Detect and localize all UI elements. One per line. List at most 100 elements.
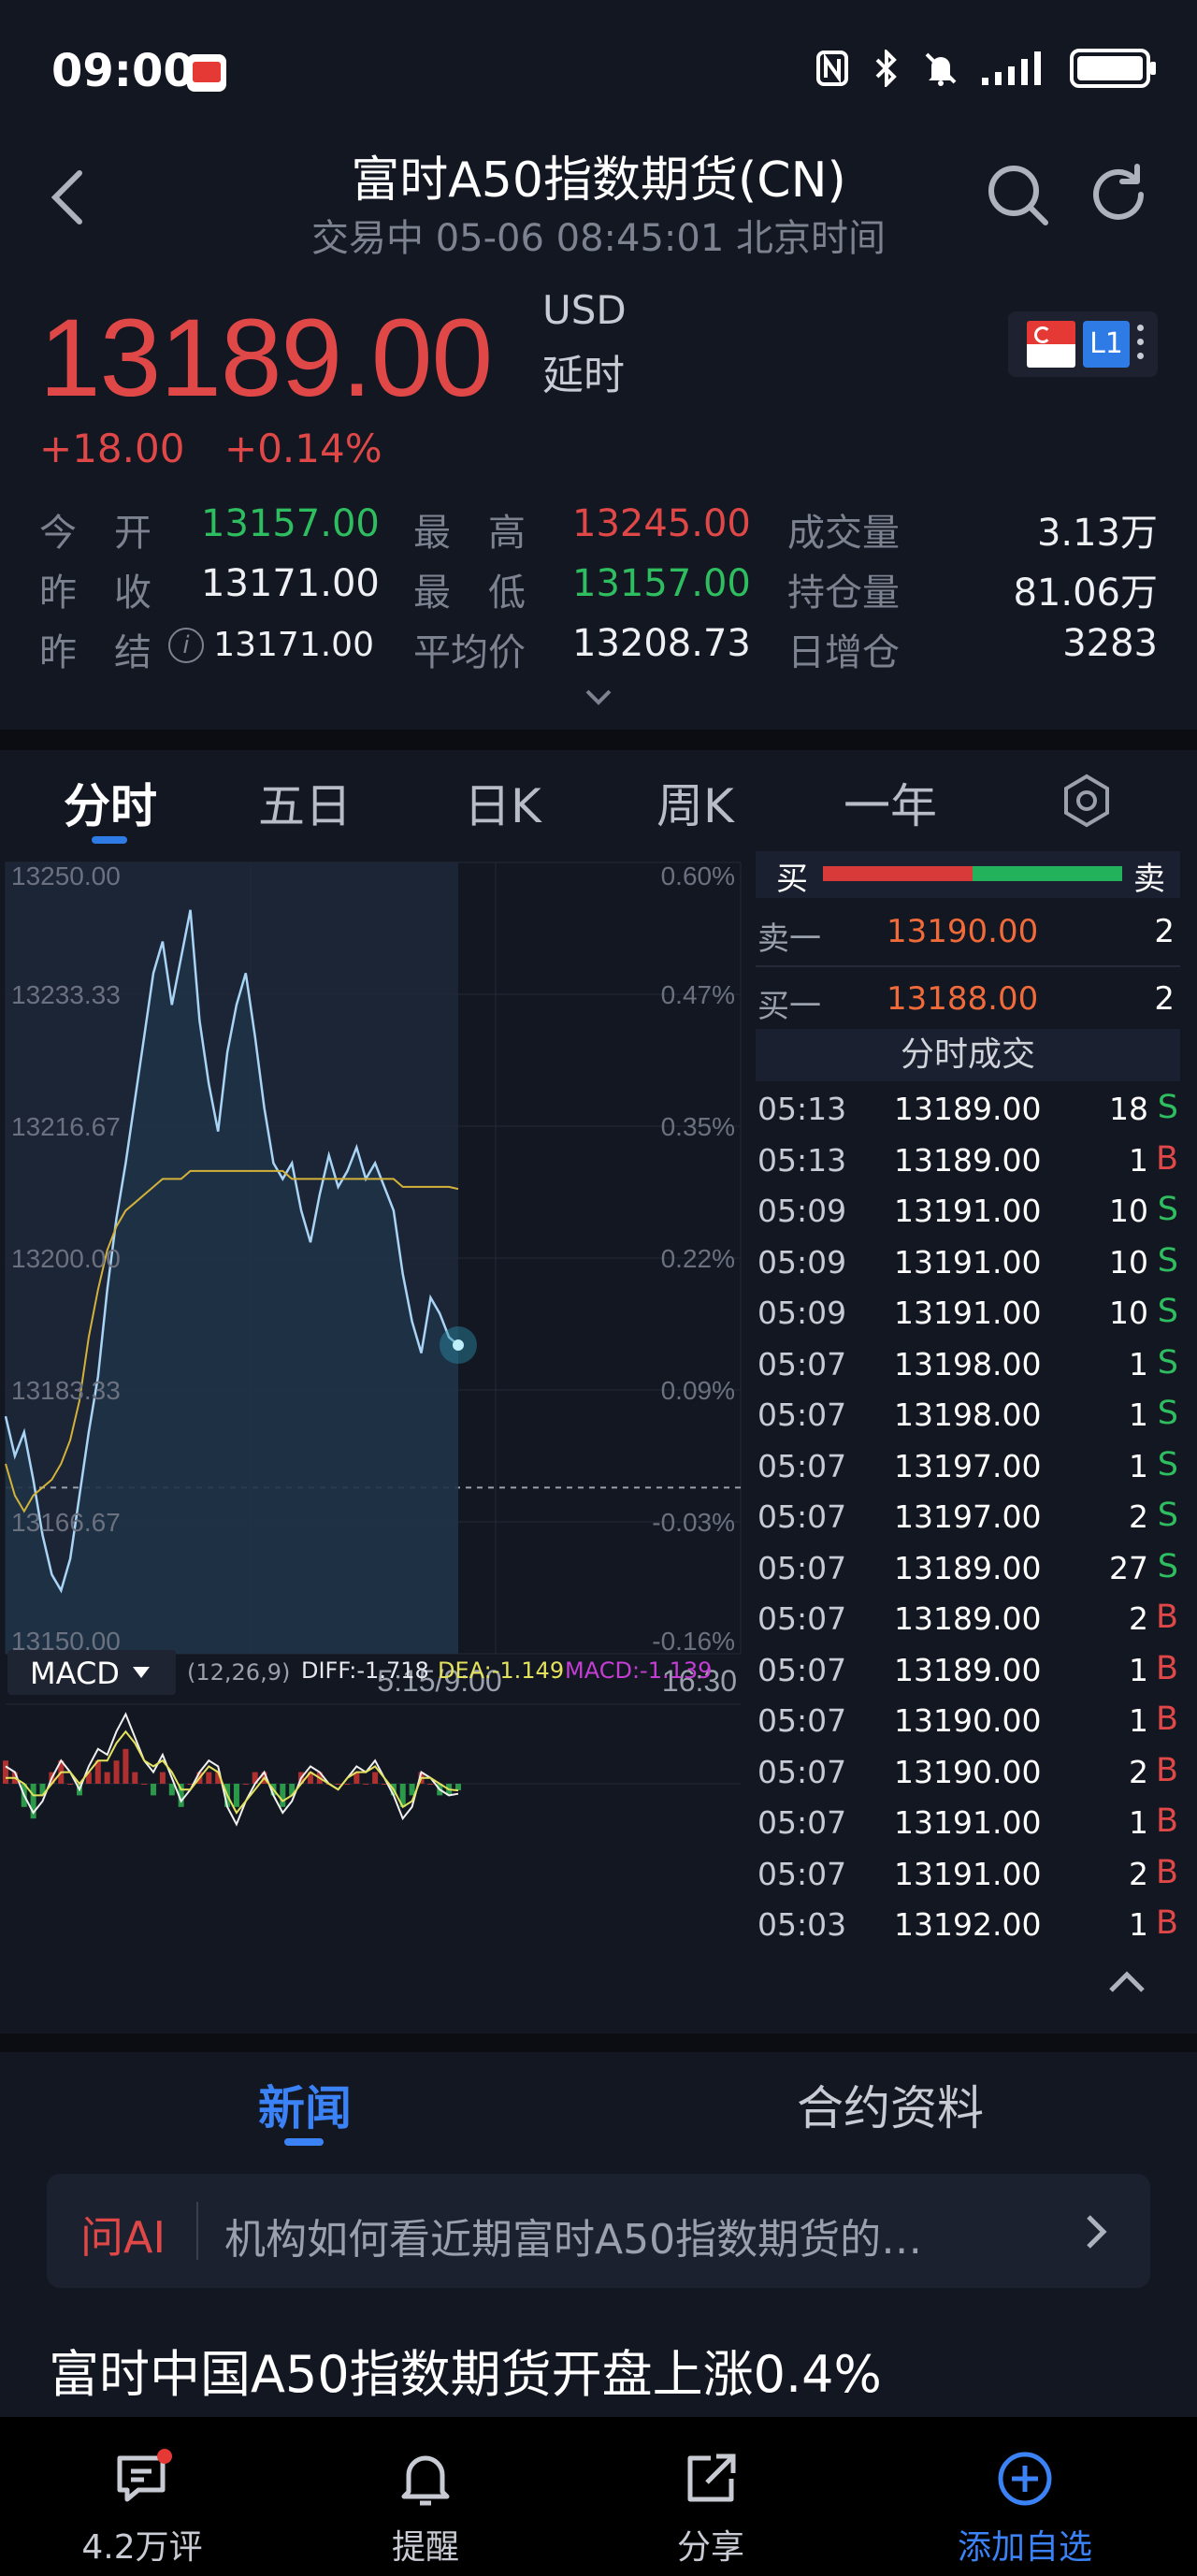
trade-time: 05:07 xyxy=(757,1600,847,1637)
signal-icon xyxy=(978,50,1049,87)
ask-qty: 2 xyxy=(1154,913,1175,950)
trade-time: 05:07 xyxy=(757,1804,847,1841)
trade-volume: 1 xyxy=(1129,1345,1148,1382)
trade-volume: 10 xyxy=(1109,1193,1148,1229)
trade-price: 13191.00 xyxy=(894,1804,1042,1841)
ask-price: 13190.00 xyxy=(887,913,1039,950)
market-badge[interactable]: L1 xyxy=(1008,311,1158,377)
tab-daily-k[interactable]: 日K xyxy=(464,769,541,836)
trade-row: 05:07 13197.00 1 S xyxy=(756,1439,1180,1489)
trade-time: 05:07 xyxy=(757,1498,847,1535)
trades-title[interactable]: 分时成交 xyxy=(756,1029,1180,1081)
macd-diff-line xyxy=(5,1712,459,1827)
search-icon[interactable] xyxy=(982,159,1053,230)
collapse-chevron-icon[interactable] xyxy=(1103,1962,1150,2000)
intraday-chart[interactable]: 13250.00 13233.33 13216.67 13200.00 13183.33… xyxy=(0,853,748,1863)
macd-histogram-bar xyxy=(242,1784,249,1785)
trade-time: 05:13 xyxy=(757,1141,847,1179)
trade-row: 05:07 13189.00 2 B xyxy=(756,1591,1180,1642)
trade-row: 05:07 13197.00 2 S xyxy=(756,1489,1180,1540)
trade-volume: 1 xyxy=(1129,1804,1148,1841)
stat-value-low: 13157.00 xyxy=(572,562,751,605)
trade-price: 13191.00 xyxy=(894,1295,1042,1331)
stat-value-open-interest: 81.06万 xyxy=(1013,572,1158,615)
nav-add-watchlist[interactable]: 添加自选 xyxy=(903,2426,1147,2576)
trade-row: 05:09 13191.00 10 S xyxy=(756,1285,1180,1336)
ask-ai-bar[interactable]: 问AI 机构如何看近期富时A50指数期货的… xyxy=(47,2174,1150,2288)
trade-price: 13197.00 xyxy=(894,1447,1042,1484)
macd-histogram-bar xyxy=(372,1772,379,1784)
trade-side: B xyxy=(1155,1853,1178,1891)
tab-news[interactable]: 新闻 xyxy=(258,2071,352,2138)
nav-share[interactable]: 分享 xyxy=(589,2426,832,2576)
trade-time: 05:07 xyxy=(757,1397,847,1433)
trade-row: 05:13 13189.00 18 S xyxy=(756,1081,1180,1132)
app-notification-icon xyxy=(187,54,226,92)
tab-one-year[interactable]: 一年 xyxy=(844,769,937,836)
dropdown-icon xyxy=(133,1667,150,1678)
more-icon[interactable] xyxy=(1137,325,1145,364)
trade-row: 05:13 13189.00 1 B xyxy=(756,1133,1180,1183)
trade-price: 13189.00 xyxy=(894,1651,1042,1688)
delayed-label: 延时 xyxy=(542,352,625,399)
macd-histogram-bar xyxy=(381,1784,387,1785)
trade-volume: 2 xyxy=(1129,1753,1148,1790)
macd-params: (12,26,9) xyxy=(187,1659,291,1686)
trade-volume: 1 xyxy=(1129,1447,1148,1484)
trade-time: 05:09 xyxy=(757,1295,847,1331)
ask-level: 卖一 13190.00 2 xyxy=(756,900,1180,960)
trade-price: 13189.00 xyxy=(894,1141,1042,1179)
stat-label-low: 最 低 xyxy=(413,572,526,615)
trade-time: 05:07 xyxy=(757,1549,847,1586)
expand-chevron-icon[interactable] xyxy=(582,686,615,708)
pct-axis-label: 0.35% xyxy=(661,1112,735,1141)
header: 富时A50指数期货(CN) 交易中 05-06 08:45:01 北京时间 xyxy=(0,140,1197,262)
stat-label-volume: 成交量 xyxy=(787,512,900,555)
y-axis-label: 13200.00 xyxy=(11,1244,121,1273)
stat-value-daily-oi-change: 3283 xyxy=(1062,622,1158,665)
tab-contract-info[interactable]: 合约资料 xyxy=(797,2071,984,2138)
tab-intraday[interactable]: 分时 xyxy=(64,769,157,836)
macd-label: MACD xyxy=(30,1656,120,1691)
stat-value-avg-price: 13208.73 xyxy=(572,622,751,665)
info-icon[interactable]: i xyxy=(168,628,204,663)
macd-histogram-bar xyxy=(206,1772,212,1784)
trade-volume: 1 xyxy=(1129,1141,1148,1179)
stat-label-high: 最 高 xyxy=(413,512,526,555)
macd-selector[interactable]: MACD xyxy=(7,1650,176,1695)
nfc-icon xyxy=(815,50,849,87)
trade-side: S xyxy=(1157,1089,1178,1126)
pct-axis-label: 0.60% xyxy=(661,861,735,890)
tab-weekly-k[interactable]: 周K xyxy=(656,769,734,836)
macd-histogram-bar xyxy=(67,1784,74,1785)
trade-side: B xyxy=(1155,1751,1178,1789)
nav-label: 4.2万评 xyxy=(81,2528,203,2567)
ask-ai-prompt: 机构如何看近期富时A50指数期货的… xyxy=(224,2216,923,2264)
trade-side: B xyxy=(1155,1599,1178,1636)
trade-volume: 10 xyxy=(1109,1295,1148,1331)
intraday-chart-svg: 13250.00 13233.33 13216.67 13200.00 13183.33… xyxy=(3,861,742,1827)
nav-alert[interactable]: 提醒 xyxy=(304,2426,547,2576)
pct-axis-label: 0.22% xyxy=(661,1244,735,1273)
macd-value: MACD:-1.139 xyxy=(565,1657,713,1684)
nav-comments[interactable]: 4.2万评 xyxy=(21,2426,264,2576)
tab-five-day[interactable]: 五日 xyxy=(258,769,352,836)
chevron-right-icon xyxy=(1087,2215,1107,2249)
trade-side: S xyxy=(1157,1191,1178,1228)
settings-icon[interactable] xyxy=(1061,773,1112,829)
macd-histogram-bar xyxy=(132,1772,138,1784)
trade-volume: 1 xyxy=(1129,1702,1148,1739)
trade-time: 05:03 xyxy=(757,1906,847,1943)
macd-histogram-bar xyxy=(409,1784,415,1796)
trade-row: 05:07 13189.00 27 S xyxy=(756,1541,1180,1591)
trade-time: 05:07 xyxy=(757,1702,847,1739)
trade-price: 13190.00 xyxy=(894,1702,1042,1739)
pct-axis-label: -0.16% xyxy=(652,1627,735,1656)
trade-side: S xyxy=(1157,1547,1178,1585)
news-headline[interactable]: 富时中国A50指数期货开盘上涨0.4% xyxy=(49,2333,882,2407)
trade-side: B xyxy=(1155,1649,1178,1687)
comment-icon xyxy=(117,2449,172,2502)
trade-volume: 2 xyxy=(1129,1600,1148,1637)
refresh-icon[interactable] xyxy=(1083,159,1154,230)
trade-volume: 2 xyxy=(1129,1855,1148,1892)
